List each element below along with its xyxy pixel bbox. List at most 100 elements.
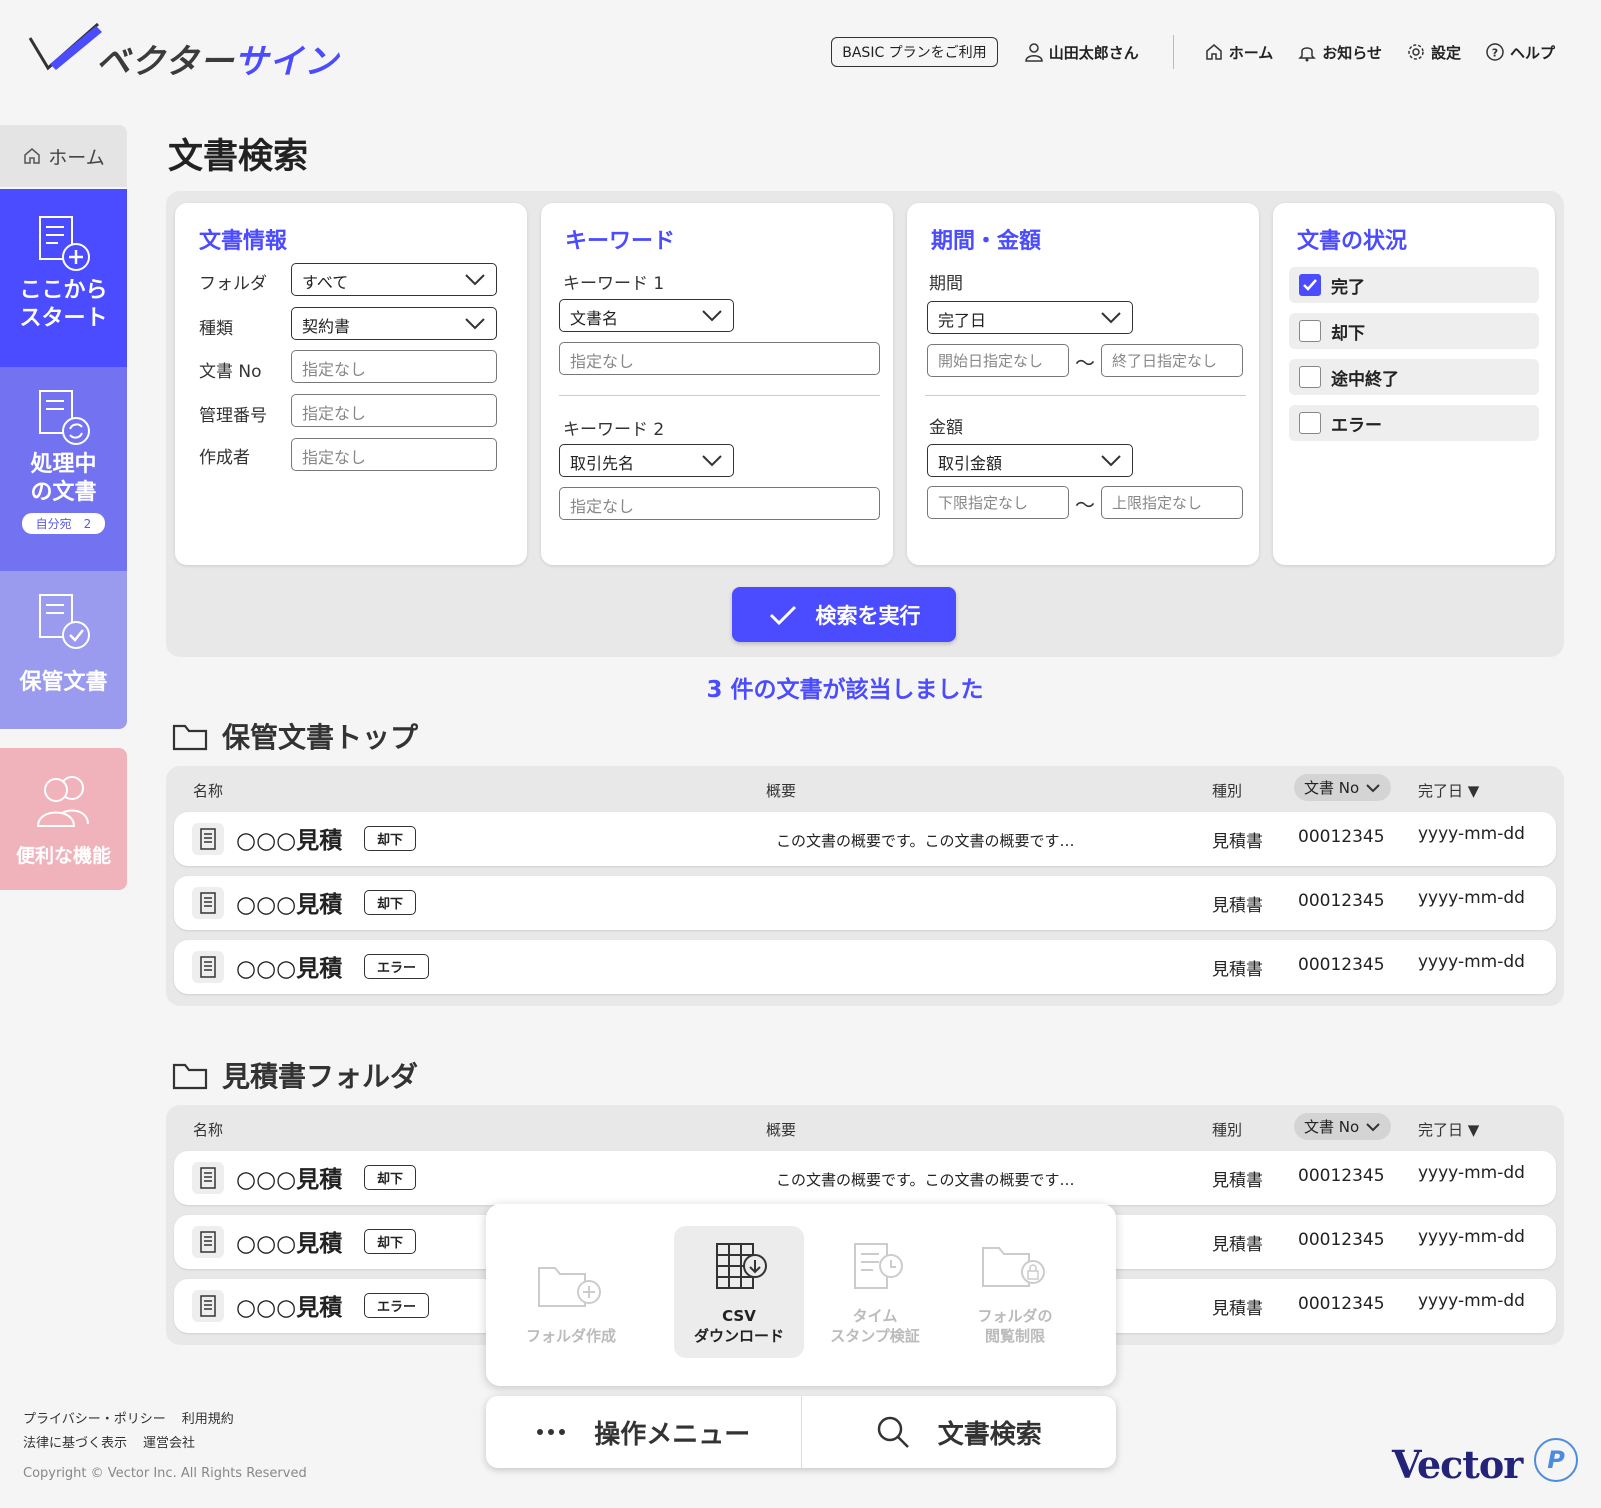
nav-help-label: ヘルプ xyxy=(1509,43,1555,62)
status-rejected[interactable]: 却下 xyxy=(1289,313,1539,349)
keyword2-field-select[interactable]: 取引先名 xyxy=(559,444,734,477)
checkbox[interactable] xyxy=(1299,320,1321,342)
check-icon xyxy=(1303,279,1317,291)
amount-max-input[interactable]: 上限指定なし xyxy=(1101,486,1243,519)
col-header-docno-sort[interactable]: 文書 No xyxy=(1294,1113,1392,1140)
folder-label: フォルダ xyxy=(199,274,267,294)
document-icon xyxy=(192,887,224,919)
operation-menu-button[interactable]: 操作メニュー xyxy=(486,1396,801,1468)
stored-document-icon xyxy=(38,594,90,649)
checkbox[interactable] xyxy=(1299,412,1321,434)
status-badge: 却下 xyxy=(364,890,417,915)
privacy-link[interactable]: プライバシー・ポリシー xyxy=(23,1412,166,1427)
status-badge: 却下 xyxy=(364,826,417,851)
row-date: yyyy-mm-dd xyxy=(1418,952,1525,972)
create-folder-button[interactable]: フォルダ作成 xyxy=(506,1226,636,1358)
table-row[interactable]: ○○○見積 却下 この文書の概要です。この文書の概要です… 見積書 000123… xyxy=(174,812,1556,866)
row-docno: 00012345 xyxy=(1298,1294,1385,1314)
row-date: yyyy-mm-dd xyxy=(1418,824,1525,844)
author-input[interactable]: 指定なし xyxy=(291,438,497,471)
amount-field-value: 取引金額 xyxy=(938,454,1003,473)
folder-title-stored-top[interactable]: 保管文書トップ xyxy=(172,716,418,756)
logo-text-accent: サイン xyxy=(233,42,339,82)
home-icon xyxy=(1205,44,1222,60)
sidebar-item-start[interactable]: ここから スタート xyxy=(0,189,127,367)
col-header-docno: 文書 No xyxy=(1304,1118,1360,1136)
row-name: ○○○見積 xyxy=(236,1231,343,1257)
users-icon xyxy=(36,776,89,827)
document-search-label: 文書検索 xyxy=(937,1419,1042,1450)
doc-info-card: 文書情報 フォルダ すべて 種類 契約書 文書 No 指定なし 管理番号 指定な… xyxy=(175,203,527,565)
help-icon: ? xyxy=(1486,43,1504,61)
status-badge: 却下 xyxy=(364,1229,417,1254)
sidebar-item-processing[interactable]: 処理中 の文書 自分宛 2 xyxy=(0,367,127,571)
type-select[interactable]: 契約書 xyxy=(291,307,497,340)
nav-help[interactable]: ? ヘルプ xyxy=(1485,42,1555,63)
row-date: yyyy-mm-dd xyxy=(1418,1163,1525,1183)
row-docno: 00012345 xyxy=(1298,891,1385,911)
row-docno: 00012345 xyxy=(1298,1166,1385,1186)
checkbox-checked[interactable] xyxy=(1299,274,1321,296)
mgmt-no-input[interactable]: 指定なし xyxy=(291,394,497,427)
row-docno: 00012345 xyxy=(1298,827,1385,847)
timestamp-verify-button[interactable]: タイム スタンプ検証 xyxy=(810,1226,940,1358)
check-icon xyxy=(769,605,796,625)
docno-input[interactable]: 指定なし xyxy=(291,350,497,383)
sidebar-item-stored[interactable]: 保管文書 xyxy=(0,571,127,729)
folder-access-limit-button[interactable]: フォルダの 閲覧制限 xyxy=(950,1226,1080,1358)
keyword1-input[interactable]: 指定なし xyxy=(559,342,880,375)
sidebar-item-home[interactable]: ホーム xyxy=(0,125,127,187)
user-menu[interactable]: 山田太郎さん xyxy=(1024,42,1139,63)
row-date: yyyy-mm-dd xyxy=(1418,1291,1525,1311)
folder-icon xyxy=(172,1063,208,1090)
folder-select[interactable]: すべて xyxy=(291,263,497,296)
status-complete-label: 完了 xyxy=(1331,277,1365,298)
status-complete[interactable]: 完了 xyxy=(1289,267,1539,303)
mgmt-no-label: 管理番号 xyxy=(199,406,267,426)
amount-field-select[interactable]: 取引金額 xyxy=(927,444,1133,477)
row-name: ○○○見積 xyxy=(236,1295,343,1321)
keyword1-field-select[interactable]: 文書名 xyxy=(559,299,734,332)
col-header-date[interactable]: 完了日 ▼ xyxy=(1418,780,1479,801)
table-row[interactable]: ○○○見積 却下 この文書の概要です。この文書の概要です… 見積書 000123… xyxy=(174,1151,1556,1205)
col-header-date[interactable]: 完了日 ▼ xyxy=(1418,1119,1479,1140)
vector-company-logo: Vector xyxy=(1392,1442,1523,1487)
col-header-docno-sort[interactable]: 文書 No xyxy=(1294,774,1392,801)
nav-notifications[interactable]: お知らせ xyxy=(1297,42,1382,63)
chevron-down-icon xyxy=(465,318,485,330)
status-terminated-label: 途中終了 xyxy=(1331,369,1399,390)
legal-link[interactable]: 法律に基づく表示 xyxy=(23,1436,127,1451)
checkbox[interactable] xyxy=(1299,366,1321,388)
status-rejected-label: 却下 xyxy=(1331,323,1365,344)
period-field-select[interactable]: 完了日 xyxy=(927,301,1133,334)
nav-settings[interactable]: 設定 xyxy=(1406,42,1461,63)
period-tilde: 〜 xyxy=(1075,351,1095,375)
period-field-value: 完了日 xyxy=(938,311,987,330)
execute-search-button[interactable]: 検索を実行 xyxy=(732,587,956,642)
csv-download-button[interactable]: CSV ダウンロード xyxy=(674,1226,804,1358)
status-terminated[interactable]: 途中終了 xyxy=(1289,359,1539,395)
status-error[interactable]: エラー xyxy=(1289,405,1539,441)
start-date-input[interactable]: 開始日指定なし xyxy=(927,344,1069,377)
company-link[interactable]: 運営会社 xyxy=(143,1436,195,1451)
end-date-input[interactable]: 終了日指定なし xyxy=(1101,344,1243,377)
folder-title-estimates[interactable]: 見積書フォルダ xyxy=(172,1055,418,1095)
row-kind: 見積書 xyxy=(1212,1235,1263,1255)
sidebar-home-label: ホーム xyxy=(48,146,105,169)
terms-link[interactable]: 利用規約 xyxy=(182,1412,234,1427)
brand-logo[interactable]: ベクターサイン xyxy=(28,20,348,82)
amount-tilde: 〜 xyxy=(1075,493,1095,517)
amount-min-input[interactable]: 下限指定なし xyxy=(927,486,1069,519)
table-row[interactable]: ○○○見積 却下 見積書 00012345 yyyy-mm-dd xyxy=(174,876,1556,930)
sidebar-item-tools[interactable]: 便利な機能 xyxy=(0,748,127,890)
row-name: ○○○見積 xyxy=(236,956,343,982)
table-row[interactable]: ○○○見積 エラー 見積書 00012345 yyyy-mm-dd xyxy=(174,940,1556,994)
folder-access-label-2: 閲覧制限 xyxy=(984,1327,1045,1345)
keyword2-input[interactable]: 指定なし xyxy=(559,487,880,520)
nav-home[interactable]: ホーム xyxy=(1204,42,1273,63)
row-docno: 00012345 xyxy=(1298,1230,1385,1250)
document-search-button[interactable]: 文書検索 xyxy=(802,1396,1117,1468)
bell-icon xyxy=(1298,47,1317,62)
document-icon xyxy=(192,823,224,855)
author-label: 作成者 xyxy=(199,448,250,468)
